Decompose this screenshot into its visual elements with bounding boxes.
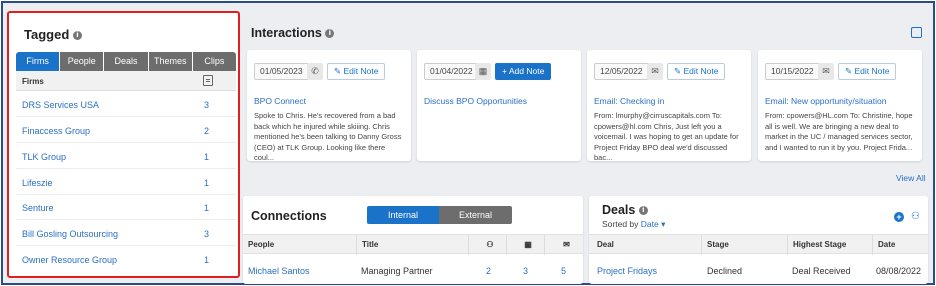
tagged-table-header: Firms [16, 71, 236, 91]
add-icon[interactable]: + [894, 212, 904, 222]
tagged-tabs: Firms People Deals Themes Clips [16, 52, 237, 71]
table-row: Bill Gosling Outsourcing 3 [16, 221, 236, 246]
count-link[interactable]: 5 [561, 266, 566, 276]
firm-link[interactable]: Senture [22, 203, 54, 213]
firm-count[interactable]: 1 [204, 203, 209, 213]
interaction-card: 10/15/2022 ✉ ✎ Edit Note Email: New oppo… [758, 50, 922, 161]
column-header-highest-stage: Highest Stage [787, 235, 872, 255]
interaction-card: 01/04/2022 ▦ + Add Note Discuss BPO Oppo… [417, 50, 581, 161]
tab-firms[interactable]: Firms [16, 52, 61, 71]
table-row: Finaccess Group 2 [16, 118, 236, 143]
tab-people[interactable]: People [60, 52, 105, 71]
interactions-title: Interactions i [251, 26, 335, 40]
column-header-people: People [248, 240, 275, 249]
person-icon[interactable]: ⚇ [468, 235, 506, 255]
mail-icon[interactable]: ✉ [544, 235, 583, 255]
calendar-icon: ▦ [475, 63, 491, 80]
table-row: TLK Group 1 [16, 144, 236, 169]
edit-icon[interactable] [911, 27, 922, 38]
firm-count[interactable]: 3 [204, 229, 209, 239]
interaction-title-link[interactable]: Email: Checking in [594, 96, 664, 106]
app-frame: Tagged i Firms People Deals Themes Clips… [1, 1, 935, 285]
column-header-title: Title [356, 235, 468, 255]
info-icon[interactable]: i [325, 29, 335, 39]
deals-section: Deals i Sorted by Date ▾ + ⚇ Deal Stage … [589, 196, 928, 284]
table-row: Lifeszie 1 [16, 170, 236, 195]
interaction-card: 01/05/2023 ✆ ✎ Edit Note BPO Connect Spo… [247, 50, 411, 162]
interactions-section: Interactions i 01/05/2023 ✆ ✎ Edit Note … [243, 15, 928, 189]
add-note-button[interactable]: + Add Note [495, 63, 552, 80]
date-badge: 10/15/2022 [765, 63, 820, 80]
column-header-stage: Stage [701, 235, 787, 255]
edit-note-button[interactable]: ✎ Edit Note [838, 63, 897, 80]
connections-title: Connections [251, 209, 327, 223]
deals-title: Deals i [602, 203, 648, 217]
firm-count[interactable]: 2 [204, 126, 209, 136]
firm-link[interactable]: DRS Services USA [22, 100, 99, 110]
table-row: Senture 1 [16, 195, 236, 220]
interaction-title-link[interactable]: BPO Connect [254, 96, 306, 106]
sort-dropdown[interactable]: Date [641, 219, 659, 229]
date-badge: 12/05/2022 [594, 63, 649, 80]
firm-count[interactable]: 1 [204, 152, 209, 162]
connections-table-header: People Title ⚇ ▦ ✉ [243, 234, 583, 255]
firm-count[interactable]: 1 [204, 255, 209, 265]
interaction-card: 12/05/2022 ✉ ✎ Edit Note Email: Checking… [587, 50, 751, 162]
table-row: DRS Services USA 3 [16, 92, 236, 117]
tab-themes[interactable]: Themes [148, 52, 193, 71]
person-link[interactable]: Michael Santos [248, 266, 310, 276]
connections-section: Connections Internal External People Tit… [243, 196, 583, 284]
deal-link[interactable]: Project Fridays [597, 266, 657, 276]
person-title: Managing Partner [361, 266, 433, 276]
notes-icon[interactable] [203, 75, 213, 86]
deal-highest-stage: Deal Received [792, 266, 851, 276]
calendar-icon[interactable]: ▦ [506, 235, 544, 255]
count-link[interactable]: 2 [486, 266, 491, 276]
deal-date: 08/08/2022 [876, 266, 922, 276]
internal-toggle[interactable]: Internal [367, 206, 439, 224]
date-badge: 01/05/2023 [254, 63, 309, 80]
interaction-body: From: lmurphy@cirruscapitals.com To: cpo… [594, 111, 739, 162]
tab-deals[interactable]: Deals [104, 52, 149, 71]
edit-note-button[interactable]: ✎ Edit Note [667, 63, 726, 80]
firm-count[interactable]: 3 [204, 100, 209, 110]
interaction-title-link[interactable]: Email: New opportunity/situation [765, 96, 886, 106]
phone-icon: ✆ [307, 63, 323, 80]
interaction-body: From: cpowers@HL.com To: Christine, hope… [765, 111, 913, 152]
mail-icon: ✉ [647, 63, 663, 80]
firm-link[interactable]: Finaccess Group [22, 126, 90, 136]
info-icon[interactable]: i [72, 31, 82, 41]
info-icon[interactable]: i [638, 206, 648, 216]
column-header-firms: Firms [22, 77, 44, 86]
interaction-title-link[interactable]: Discuss BPO Opportunities [424, 96, 527, 106]
mail-icon: ✉ [818, 63, 834, 80]
interaction-body: Spoke to Chris. He's recovered from a ba… [254, 111, 402, 162]
table-row: Owner Resource Group 1 [16, 247, 236, 272]
date-badge: 01/04/2022 [424, 63, 479, 80]
deal-stage: Declined [707, 266, 743, 276]
view-all-link[interactable]: View All [896, 173, 926, 183]
firm-count[interactable]: 1 [204, 178, 209, 188]
external-toggle[interactable]: External [439, 206, 512, 224]
firm-link[interactable]: Lifeszie [22, 178, 53, 188]
column-header-deal: Deal [597, 240, 614, 249]
add-user-icon[interactable]: ⚇ [911, 211, 920, 222]
count-link[interactable]: 3 [523, 266, 528, 276]
tagged-panel: Tagged i Firms People Deals Themes Clips… [7, 11, 240, 278]
tab-clips[interactable]: Clips [192, 52, 237, 71]
firm-link[interactable]: Bill Gosling Outsourcing [22, 229, 118, 239]
deals-table-header: Deal Stage Highest Stage Date [589, 234, 928, 255]
column-header-date: Date [872, 235, 928, 255]
chevron-down-icon[interactable]: ▾ [661, 219, 665, 229]
firm-link[interactable]: TLK Group [22, 152, 66, 162]
firm-link[interactable]: Owner Resource Group [22, 255, 117, 265]
edit-note-button[interactable]: ✎ Edit Note [327, 63, 386, 80]
tagged-title: Tagged [24, 27, 70, 42]
sort-control: Sorted by Date ▾ [602, 219, 666, 229]
